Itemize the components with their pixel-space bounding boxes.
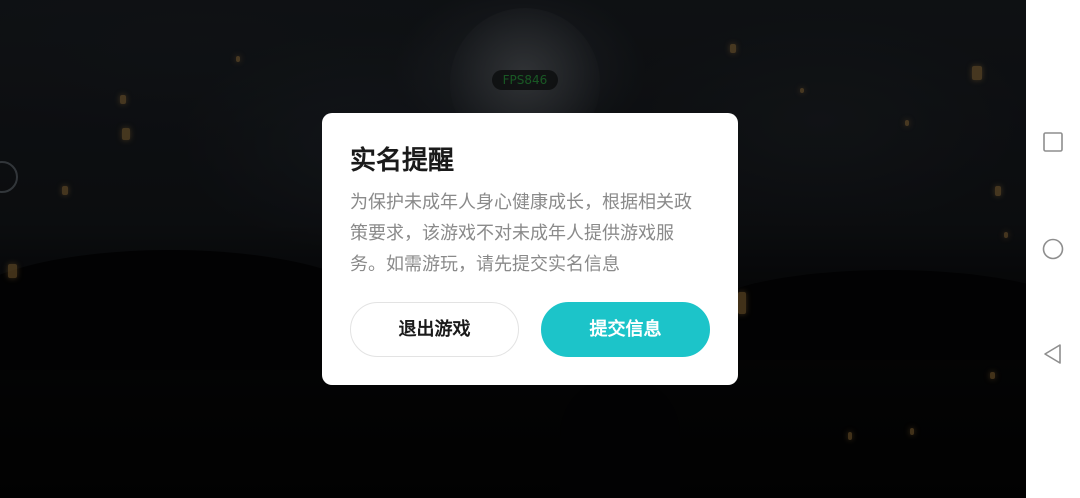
dialog-button-row: 退出游戏 提交信息 <box>350 302 710 358</box>
dialog-message: 为保护未成年人身心健康成长，根据相关政策要求，该游戏不对未成年人提供游戏服务。如… <box>350 192 692 275</box>
exit-game-button[interactable]: 退出游戏 <box>350 302 519 357</box>
screen: FPS846 实名提醒 为保护未成年人身心健康成长，根据相关政策要求，该游戏不对… <box>0 0 1080 498</box>
real-name-dialog: 实名提醒 为保护未成年人身心健康成长，根据相关政策要求，该游戏不对未成年人提供游… <box>322 113 738 385</box>
recent-apps-icon[interactable] <box>1042 131 1064 153</box>
home-icon[interactable] <box>1042 238 1064 260</box>
dialog-title: 实名提醒 <box>350 146 455 176</box>
back-icon[interactable] <box>1042 343 1064 365</box>
submit-info-button[interactable]: 提交信息 <box>541 302 710 357</box>
system-navigation-bar <box>1026 0 1080 498</box>
